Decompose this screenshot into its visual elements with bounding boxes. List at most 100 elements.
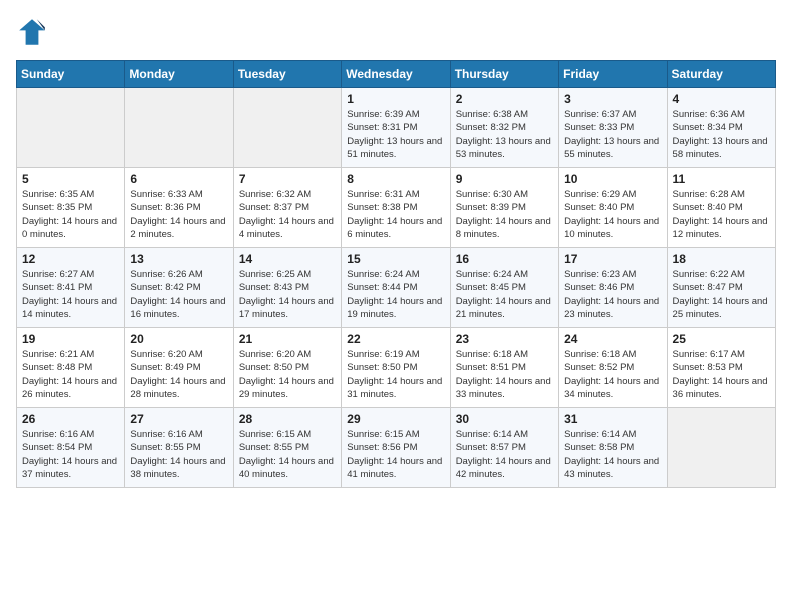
day-number: 23 xyxy=(456,332,553,346)
calendar-cell: 14 Sunrise: 6:25 AM Sunset: 8:43 PM Dayli… xyxy=(233,248,341,328)
day-info: Sunrise: 6:16 AM Sunset: 8:55 PM Dayligh… xyxy=(130,428,227,481)
day-info: Sunrise: 6:20 AM Sunset: 8:50 PM Dayligh… xyxy=(239,348,336,401)
day-info: Sunrise: 6:23 AM Sunset: 8:46 PM Dayligh… xyxy=(564,268,661,321)
day-number: 17 xyxy=(564,252,661,266)
calendar-cell xyxy=(233,88,341,168)
day-info: Sunrise: 6:14 AM Sunset: 8:58 PM Dayligh… xyxy=(564,428,661,481)
calendar-cell: 19 Sunrise: 6:21 AM Sunset: 8:48 PM Dayli… xyxy=(17,328,125,408)
day-info: Sunrise: 6:14 AM Sunset: 8:57 PM Dayligh… xyxy=(456,428,553,481)
logo xyxy=(16,16,52,48)
day-number: 6 xyxy=(130,172,227,186)
day-info: Sunrise: 6:20 AM Sunset: 8:49 PM Dayligh… xyxy=(130,348,227,401)
day-info: Sunrise: 6:15 AM Sunset: 8:55 PM Dayligh… xyxy=(239,428,336,481)
calendar-cell: 31 Sunrise: 6:14 AM Sunset: 8:58 PM Dayli… xyxy=(559,408,667,488)
calendar-cell: 16Sunrise: 6:24 AM Sunset: 8:45 PM Dayli… xyxy=(450,248,558,328)
calendar-cell: 22 Sunrise: 6:19 AM Sunset: 8:50 PM Dayli… xyxy=(342,328,450,408)
calendar-cell xyxy=(17,88,125,168)
calendar-cell: 8Sunrise: 6:31 AM Sunset: 8:38 PM Daylig… xyxy=(342,168,450,248)
day-info: Sunrise: 6:32 AM Sunset: 8:37 PM Dayligh… xyxy=(239,188,336,241)
day-number: 19 xyxy=(22,332,119,346)
day-number: 7 xyxy=(239,172,336,186)
day-number: 26 xyxy=(22,412,119,426)
day-info: Sunrise: 6:17 AM Sunset: 8:53 PM Dayligh… xyxy=(673,348,770,401)
calendar-week-row: 1 Sunrise: 6:39 AM Sunset: 8:31 PM Daylig… xyxy=(17,88,776,168)
calendar-cell: 20 Sunrise: 6:20 AM Sunset: 8:49 PM Dayli… xyxy=(125,328,233,408)
day-info: Sunrise: 6:26 AM Sunset: 8:42 PM Dayligh… xyxy=(130,268,227,321)
day-info: Sunrise: 6:37 AM Sunset: 8:33 PM Dayligh… xyxy=(564,108,661,161)
weekday-header-row: SundayMondayTuesdayWednesdayThursdayFrid… xyxy=(17,61,776,88)
calendar-cell: 25 Sunrise: 6:17 AM Sunset: 8:53 PM Dayli… xyxy=(667,328,775,408)
day-info: Sunrise: 6:24 AM Sunset: 8:45 PM Dayligh… xyxy=(456,268,553,321)
calendar-cell: 6 Sunrise: 6:33 AM Sunset: 8:36 PM Daylig… xyxy=(125,168,233,248)
calendar-week-row: 12 Sunrise: 6:27 AM Sunset: 8:41 PM Dayli… xyxy=(17,248,776,328)
day-number: 27 xyxy=(130,412,227,426)
calendar-cell: 28 Sunrise: 6:15 AM Sunset: 8:55 PM Dayli… xyxy=(233,408,341,488)
day-number: 22 xyxy=(347,332,444,346)
weekday-header: Tuesday xyxy=(233,61,341,88)
day-info: Sunrise: 6:30 AM Sunset: 8:39 PM Dayligh… xyxy=(456,188,553,241)
logo-icon xyxy=(16,16,48,48)
day-info: Sunrise: 6:38 AM Sunset: 8:32 PM Dayligh… xyxy=(456,108,553,161)
day-number: 20 xyxy=(130,332,227,346)
calendar-cell: 27 Sunrise: 6:16 AM Sunset: 8:55 PM Dayli… xyxy=(125,408,233,488)
day-number: 3 xyxy=(564,92,661,106)
day-number: 18 xyxy=(673,252,770,266)
day-info: Sunrise: 6:29 AM Sunset: 8:40 PM Dayligh… xyxy=(564,188,661,241)
weekday-header: Thursday xyxy=(450,61,558,88)
day-number: 4 xyxy=(673,92,770,106)
day-info: Sunrise: 6:27 AM Sunset: 8:41 PM Dayligh… xyxy=(22,268,119,321)
day-number: 10 xyxy=(564,172,661,186)
calendar-week-row: 19 Sunrise: 6:21 AM Sunset: 8:48 PM Dayli… xyxy=(17,328,776,408)
day-info: Sunrise: 6:25 AM Sunset: 8:43 PM Dayligh… xyxy=(239,268,336,321)
calendar-cell: 23 Sunrise: 6:18 AM Sunset: 8:51 PM Dayli… xyxy=(450,328,558,408)
calendar-cell: 9 Sunrise: 6:30 AM Sunset: 8:39 PM Daylig… xyxy=(450,168,558,248)
calendar-cell: 29 Sunrise: 6:15 AM Sunset: 8:56 PM Dayli… xyxy=(342,408,450,488)
calendar-cell: 26 Sunrise: 6:16 AM Sunset: 8:54 PM Dayli… xyxy=(17,408,125,488)
day-number: 14 xyxy=(239,252,336,266)
day-number: 9 xyxy=(456,172,553,186)
calendar-cell: 21 Sunrise: 6:20 AM Sunset: 8:50 PM Dayli… xyxy=(233,328,341,408)
calendar-cell: 18Sunrise: 6:22 AM Sunset: 8:47 PM Dayli… xyxy=(667,248,775,328)
day-info: Sunrise: 6:21 AM Sunset: 8:48 PM Dayligh… xyxy=(22,348,119,401)
day-number: 15 xyxy=(347,252,444,266)
calendar-cell: 3 Sunrise: 6:37 AM Sunset: 8:33 PM Daylig… xyxy=(559,88,667,168)
day-number: 31 xyxy=(564,412,661,426)
day-info: Sunrise: 6:36 AM Sunset: 8:34 PM Dayligh… xyxy=(673,108,770,161)
day-number: 28 xyxy=(239,412,336,426)
calendar-cell: 4 Sunrise: 6:36 AM Sunset: 8:34 PM Daylig… xyxy=(667,88,775,168)
calendar-cell xyxy=(667,408,775,488)
day-number: 2 xyxy=(456,92,553,106)
calendar-table: SundayMondayTuesdayWednesdayThursdayFrid… xyxy=(16,60,776,488)
day-info: Sunrise: 6:18 AM Sunset: 8:51 PM Dayligh… xyxy=(456,348,553,401)
day-info: Sunrise: 6:19 AM Sunset: 8:50 PM Dayligh… xyxy=(347,348,444,401)
day-number: 1 xyxy=(347,92,444,106)
day-info: Sunrise: 6:16 AM Sunset: 8:54 PM Dayligh… xyxy=(22,428,119,481)
page-header xyxy=(16,16,776,48)
calendar-cell: 10 Sunrise: 6:29 AM Sunset: 8:40 PM Dayli… xyxy=(559,168,667,248)
day-number: 12 xyxy=(22,252,119,266)
day-info: Sunrise: 6:31 AM Sunset: 8:38 PM Dayligh… xyxy=(347,188,444,241)
day-number: 5 xyxy=(22,172,119,186)
day-info: Sunrise: 6:15 AM Sunset: 8:56 PM Dayligh… xyxy=(347,428,444,481)
weekday-header: Friday xyxy=(559,61,667,88)
calendar-cell: 7 Sunrise: 6:32 AM Sunset: 8:37 PM Daylig… xyxy=(233,168,341,248)
weekday-header: Monday xyxy=(125,61,233,88)
day-number: 24 xyxy=(564,332,661,346)
calendar-cell: 17 Sunrise: 6:23 AM Sunset: 8:46 PM Dayli… xyxy=(559,248,667,328)
day-info: Sunrise: 6:33 AM Sunset: 8:36 PM Dayligh… xyxy=(130,188,227,241)
day-number: 29 xyxy=(347,412,444,426)
calendar-cell: 2 Sunrise: 6:38 AM Sunset: 8:32 PM Daylig… xyxy=(450,88,558,168)
calendar-cell: 11Sunrise: 6:28 AM Sunset: 8:40 PM Dayli… xyxy=(667,168,775,248)
day-number: 25 xyxy=(673,332,770,346)
calendar-cell: 13Sunrise: 6:26 AM Sunset: 8:42 PM Dayli… xyxy=(125,248,233,328)
calendar-cell xyxy=(125,88,233,168)
calendar-cell: 5 Sunrise: 6:35 AM Sunset: 8:35 PM Daylig… xyxy=(17,168,125,248)
day-info: Sunrise: 6:35 AM Sunset: 8:35 PM Dayligh… xyxy=(22,188,119,241)
calendar-cell: 12 Sunrise: 6:27 AM Sunset: 8:41 PM Dayli… xyxy=(17,248,125,328)
day-info: Sunrise: 6:39 AM Sunset: 8:31 PM Dayligh… xyxy=(347,108,444,161)
calendar-cell: 24 Sunrise: 6:18 AM Sunset: 8:52 PM Dayli… xyxy=(559,328,667,408)
day-number: 21 xyxy=(239,332,336,346)
day-info: Sunrise: 6:24 AM Sunset: 8:44 PM Dayligh… xyxy=(347,268,444,321)
day-info: Sunrise: 6:18 AM Sunset: 8:52 PM Dayligh… xyxy=(564,348,661,401)
calendar-cell: 15 Sunrise: 6:24 AM Sunset: 8:44 PM Dayli… xyxy=(342,248,450,328)
